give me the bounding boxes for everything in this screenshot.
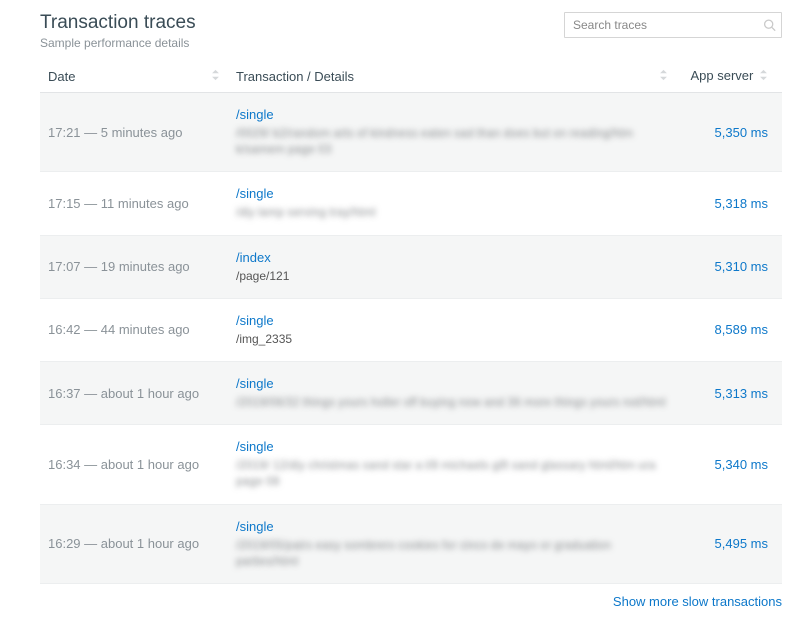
header-row: Transaction traces Sample performance de…	[40, 12, 782, 50]
transaction-detail: /2019/05/pairs easy sombrero cookies for…	[236, 537, 668, 569]
details-cell: /single/0029/ b2/random arts of kindness…	[228, 93, 676, 172]
traces-table: Date Transaction / Details App server	[40, 60, 782, 584]
col-header-date-label: Date	[48, 69, 75, 84]
server-time: 5,310 ms	[676, 235, 782, 298]
search-wrap	[564, 12, 782, 38]
date-cell: 17:15 — 11 minutes ago	[40, 172, 228, 235]
details-cell: /single/2019/06/32 things yours holler o…	[228, 362, 676, 425]
transaction-detail: /2019/ 12/diy christmas sand star a l/8 …	[236, 457, 668, 489]
date-cell: 16:42 — 44 minutes ago	[40, 298, 228, 361]
sort-icon	[211, 69, 220, 84]
transaction-detail: /page/121	[236, 268, 668, 284]
transaction-name[interactable]: /single	[236, 313, 668, 328]
table-row[interactable]: 16:37 — about 1 hour ago/single/2019/06/…	[40, 362, 782, 425]
server-time: 5,318 ms	[676, 172, 782, 235]
date-cell: 16:37 — about 1 hour ago	[40, 362, 228, 425]
details-cell: /index/page/121	[228, 235, 676, 298]
transaction-name[interactable]: /single	[236, 439, 668, 454]
transaction-detail: /0029/ b2/random arts of kindness eaten …	[236, 125, 668, 157]
server-time: 5,340 ms	[676, 425, 782, 504]
transaction-name[interactable]: /single	[236, 519, 668, 534]
date-cell: 16:29 — about 1 hour ago	[40, 504, 228, 583]
show-more-link[interactable]: Show more slow transactions	[613, 594, 782, 609]
sort-icon	[759, 69, 768, 84]
search-icon	[763, 19, 776, 32]
server-time: 5,350 ms	[676, 93, 782, 172]
table-row[interactable]: 16:29 — about 1 hour ago/single/2019/05/…	[40, 504, 782, 583]
server-time: 5,495 ms	[676, 504, 782, 583]
transaction-name[interactable]: /single	[236, 186, 668, 201]
details-cell: /single/img_2335	[228, 298, 676, 361]
col-header-details-label: Transaction / Details	[236, 69, 354, 84]
sort-icon	[659, 69, 668, 84]
transaction-detail: /diy lamp serving tray/html	[236, 204, 668, 220]
page-subtitle: Sample performance details	[40, 36, 196, 50]
col-header-date[interactable]: Date	[40, 60, 228, 93]
transaction-name[interactable]: /single	[236, 107, 668, 122]
details-cell: /single/diy lamp serving tray/html	[228, 172, 676, 235]
table-row[interactable]: 17:07 — 19 minutes ago/index/page/1215,3…	[40, 235, 782, 298]
date-cell: 17:07 — 19 minutes ago	[40, 235, 228, 298]
col-header-server-label: App server	[691, 68, 754, 83]
transaction-traces-panel: Transaction traces Sample performance de…	[0, 0, 800, 629]
col-header-server[interactable]: App server	[676, 60, 782, 93]
server-time: 8,589 ms	[676, 298, 782, 361]
transaction-name[interactable]: /index	[236, 250, 668, 265]
details-cell: /single/2019/05/pairs easy sombrero cook…	[228, 504, 676, 583]
col-header-details[interactable]: Transaction / Details	[228, 60, 676, 93]
date-cell: 17:21 — 5 minutes ago	[40, 93, 228, 172]
transaction-detail: /img_2335	[236, 331, 668, 347]
details-cell: /single/2019/ 12/diy christmas sand star…	[228, 425, 676, 504]
table-row[interactable]: 17:21 — 5 minutes ago/single/0029/ b2/ra…	[40, 93, 782, 172]
search-input[interactable]	[564, 12, 782, 38]
page-title: Transaction traces	[40, 12, 196, 34]
table-row[interactable]: 16:42 — 44 minutes ago/single/img_23358,…	[40, 298, 782, 361]
transaction-detail: /2019/06/32 things yours holler off buyi…	[236, 394, 668, 410]
date-cell: 16:34 — about 1 hour ago	[40, 425, 228, 504]
table-row[interactable]: 17:15 — 11 minutes ago/single/diy lamp s…	[40, 172, 782, 235]
show-more-row: Show more slow transactions	[40, 584, 782, 609]
server-time: 5,313 ms	[676, 362, 782, 425]
table-row[interactable]: 16:34 — about 1 hour ago/single/2019/ 12…	[40, 425, 782, 504]
transaction-name[interactable]: /single	[236, 376, 668, 391]
